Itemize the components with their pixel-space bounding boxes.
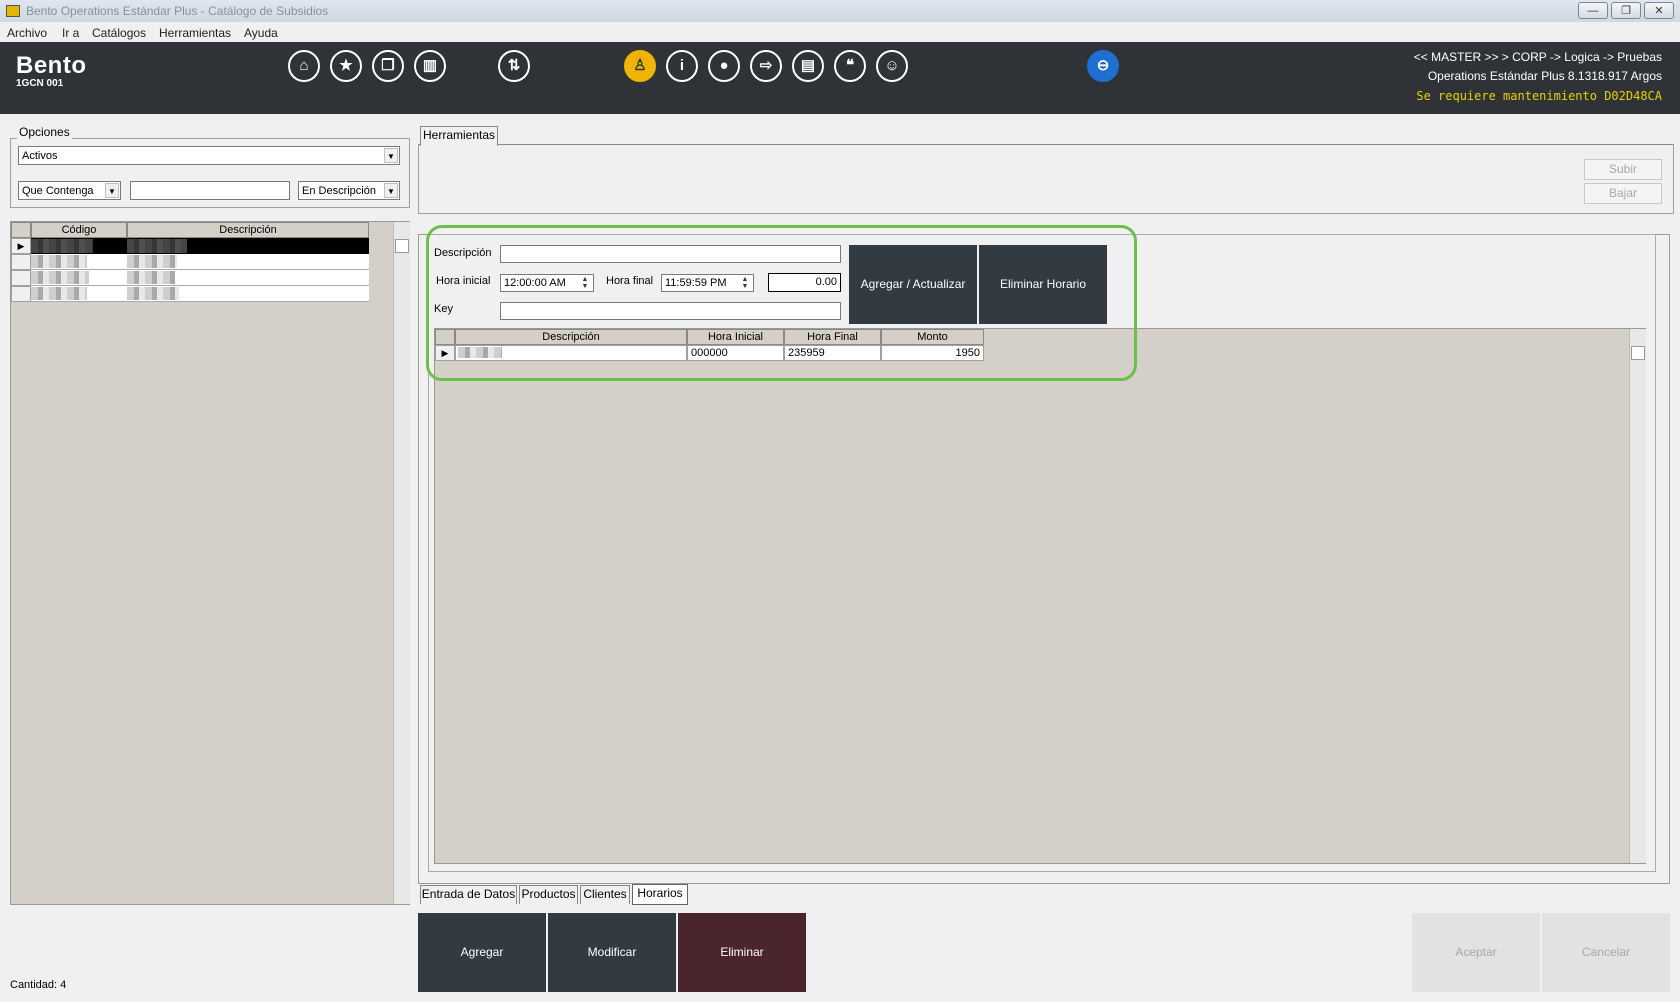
tab-horarios[interactable]: Horarios <box>632 884 688 905</box>
menu-archivo[interactable]: Archivo <box>7 26 47 40</box>
status-filter-select[interactable]: Activos ▼ <box>18 146 400 165</box>
users-icon[interactable]: ☺ <box>876 50 908 82</box>
redacted-description <box>127 287 179 300</box>
card-icon[interactable]: ▤ <box>792 50 824 82</box>
search-input[interactable] <box>130 181 290 200</box>
tab-herramientas[interactable]: Herramientas <box>420 126 498 146</box>
schedule-grid: Descripción Hora Inicial Hora Final Mont… <box>434 328 1646 864</box>
chevron-down-icon[interactable]: ▼ <box>105 183 119 198</box>
down-button[interactable]: Bajar <box>1584 183 1662 204</box>
chat-icon[interactable]: ⊖ <box>1087 50 1119 82</box>
column-header-descripcion[interactable]: Descripción <box>127 222 369 238</box>
delete-button[interactable]: Eliminar <box>678 913 806 992</box>
table-row[interactable] <box>31 286 369 302</box>
app-icon <box>6 5 20 17</box>
pin-icon[interactable]: ♙ <box>624 50 656 82</box>
branch-code: 1GCN 001 <box>16 78 64 89</box>
close-button[interactable]: ✕ <box>1644 2 1674 19</box>
quote-icon[interactable]: ❝ <box>834 50 866 82</box>
breadcrumb-path: << MASTER >> > CORP -> Logica -> Pruebas <box>1413 50 1662 64</box>
info-icon[interactable]: i <box>666 50 698 82</box>
menu-ir-a[interactable]: Ir a <box>62 26 79 40</box>
chevron-down-icon[interactable]: ▼ <box>384 183 398 198</box>
up-button[interactable]: Subir <box>1584 159 1662 180</box>
highlight-frame <box>426 225 1137 381</box>
redacted-code <box>31 255 87 268</box>
record-count: Cantidad: 4 <box>10 979 67 991</box>
table-row[interactable] <box>31 238 369 254</box>
chevron-down-icon[interactable]: ▼ <box>384 148 398 163</box>
table-row[interactable] <box>31 270 369 286</box>
brand-logo: Bento <box>16 52 87 79</box>
menu-catalogos[interactable]: Catálogos <box>92 26 146 40</box>
tab-productos[interactable]: Productos <box>519 885 578 904</box>
row-indicator: ▶ <box>11 238 31 254</box>
window-title: Bento Operations Estándar Plus - Catálog… <box>26 4 329 18</box>
table-row[interactable] <box>31 254 369 270</box>
star-icon[interactable]: ★ <box>330 50 362 82</box>
menu-bar: Archivo Ir a Catálogos Herramientas Ayud… <box>0 22 1680 42</box>
options-label: Opciones <box>17 125 72 139</box>
status-filter-value: Activos <box>22 150 58 162</box>
login-icon[interactable]: ⇨ <box>750 50 782 82</box>
menu-ayuda[interactable]: Ayuda <box>244 26 278 40</box>
column-header-codigo[interactable]: Código <box>31 222 127 238</box>
items-grid: Código Descripción ▶ <box>10 221 410 905</box>
modify-button[interactable]: Modificar <box>548 913 676 992</box>
maintenance-warning: Se requiere mantenimiento D02D48CA <box>1416 89 1662 103</box>
version-info: Operations Estándar Plus 8.1318.917 Argo… <box>1427 69 1662 83</box>
add-button[interactable]: Agregar <box>418 913 546 992</box>
bulb-icon[interactable]: ● <box>708 50 740 82</box>
match-mode-select[interactable]: Que Contenga ▼ <box>18 181 121 200</box>
row-header-corner <box>11 222 31 238</box>
grid-scrollbar[interactable] <box>1629 329 1646 863</box>
redacted-description <box>127 255 177 268</box>
grid-scrollbar[interactable] <box>393 222 410 904</box>
menu-herramientas[interactable]: Herramientas <box>159 26 231 40</box>
copy-icon[interactable]: ❐ <box>372 50 404 82</box>
tab-entrada-de-datos[interactable]: Entrada de Datos <box>420 885 517 904</box>
sync-icon[interactable]: ⇅ <box>498 50 530 82</box>
cancel-button[interactable]: Cancelar <box>1542 913 1670 992</box>
row-indicator <box>11 270 31 286</box>
redacted-code <box>31 271 89 284</box>
scroll-thumb[interactable] <box>1631 346 1645 360</box>
search-field-value: En Descripción <box>302 185 376 197</box>
tools-panel <box>418 144 1674 214</box>
book-icon[interactable]: ▥ <box>414 50 446 82</box>
match-mode-value: Que Contenga <box>22 185 94 197</box>
home-icon[interactable]: ⌂ <box>288 50 320 82</box>
accept-button[interactable]: Aceptar <box>1412 913 1540 992</box>
scroll-thumb[interactable] <box>395 239 409 253</box>
redacted-description <box>127 271 175 284</box>
row-indicator <box>11 254 31 270</box>
redacted-code <box>31 239 93 253</box>
minimize-button[interactable]: — <box>1578 2 1608 19</box>
search-field-select[interactable]: En Descripción ▼ <box>298 181 400 200</box>
row-indicator <box>11 286 31 302</box>
window-titlebar: Bento Operations Estándar Plus - Catálog… <box>0 0 1680 22</box>
restore-button[interactable]: ❐ <box>1611 2 1641 19</box>
redacted-description <box>127 239 187 253</box>
tab-clientes[interactable]: Clientes <box>580 885 630 904</box>
redacted-code <box>31 287 87 300</box>
